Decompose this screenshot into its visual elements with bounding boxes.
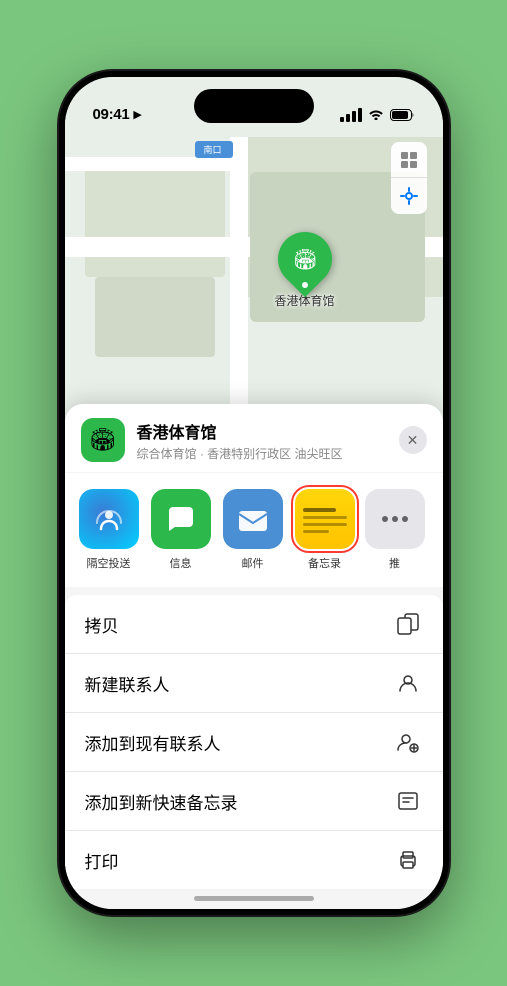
messages-label: 信息 [170, 555, 192, 571]
notes-line-1 [303, 508, 336, 512]
notes-label: 备忘录 [308, 555, 341, 571]
map-controls [391, 142, 427, 214]
add-to-contact-icon [393, 727, 423, 757]
share-more-button[interactable]: 推 [365, 489, 425, 571]
place-icon: 🏟 [81, 418, 125, 462]
bottom-sheet: 🏟 香港体育馆 综合体育馆 · 香港特别行政区 油尖旺区 ✕ [65, 404, 443, 909]
status-icons [340, 107, 415, 123]
add-note-label: 添加到新快速备忘录 [85, 789, 238, 814]
share-app-airdrop[interactable]: 隔空投送 [77, 489, 141, 571]
action-print[interactable]: 打印 [65, 831, 443, 889]
marker-stadium-icon: 🏟 [292, 247, 317, 272]
airdrop-icon [79, 489, 139, 549]
new-contact-label: 新建联系人 [85, 671, 170, 696]
map-block-3 [95, 277, 215, 357]
phone-screen: 09:41 ▶ [65, 77, 443, 909]
signal-bar-2 [346, 114, 350, 122]
more-label: 推 [389, 555, 400, 571]
mail-label: 邮件 [242, 555, 264, 571]
status-time: 09:41 [93, 106, 130, 123]
dot-2 [392, 516, 398, 522]
battery-icon [390, 109, 415, 121]
stadium-marker[interactable]: 🏟 香港体育馆 [275, 232, 335, 309]
messages-icon [151, 489, 211, 549]
print-icon [393, 845, 423, 875]
dot-1 [382, 516, 388, 522]
place-header: 🏟 香港体育馆 综合体育馆 · 香港特别行政区 油尖旺区 ✕ [65, 404, 443, 472]
add-note-icon [393, 786, 423, 816]
notes-line-4 [303, 530, 329, 533]
wifi-icon [368, 107, 384, 123]
south-entrance-label: 南口 [195, 141, 233, 158]
place-subtitle: 综合体育馆 · 香港特别行政区 油尖旺区 [137, 445, 387, 462]
dynamic-island [194, 89, 314, 123]
location-icon: ▶ [133, 108, 141, 121]
share-app-notes[interactable]: 备忘录 [293, 489, 357, 571]
notes-icon [295, 489, 355, 549]
place-name: 香港体育馆 [137, 419, 387, 443]
copy-icon [393, 609, 423, 639]
airdrop-label: 隔空投送 [87, 555, 131, 571]
dot-3 [402, 516, 408, 522]
action-add-note[interactable]: 添加到新快速备忘录 [65, 772, 443, 831]
action-add-to-contact[interactable]: 添加到现有联系人 [65, 713, 443, 772]
notes-line-2 [303, 516, 347, 519]
signal-bars [340, 108, 362, 122]
map-block-1 [85, 157, 225, 277]
action-list: 拷贝 新建联系人 [65, 595, 443, 889]
print-label: 打印 [85, 848, 119, 873]
marker-dot [302, 282, 308, 288]
phone-frame: 09:41 ▶ [59, 71, 449, 915]
new-contact-icon [393, 668, 423, 698]
home-indicator [194, 896, 314, 901]
add-to-contact-label: 添加到现有联系人 [85, 730, 221, 755]
share-app-messages[interactable]: 信息 [149, 489, 213, 571]
action-copy[interactable]: 拷贝 [65, 595, 443, 654]
signal-bar-1 [340, 117, 344, 122]
action-new-contact[interactable]: 新建联系人 [65, 654, 443, 713]
copy-label: 拷贝 [85, 612, 119, 637]
map-type-button[interactable] [391, 142, 427, 178]
close-button[interactable]: ✕ [399, 426, 427, 454]
signal-bar-4 [358, 108, 362, 122]
mail-icon [223, 489, 283, 549]
notes-line-3 [303, 523, 347, 526]
share-app-mail[interactable]: 邮件 [221, 489, 285, 571]
signal-bar-3 [352, 111, 356, 122]
place-info: 香港体育馆 综合体育馆 · 香港特别行政区 油尖旺区 [137, 419, 387, 462]
place-emoji: 🏟 [89, 427, 117, 453]
location-button[interactable] [391, 178, 427, 214]
share-apps-row: 隔空投送 信息 [65, 473, 443, 587]
more-dots-circle [365, 489, 425, 549]
